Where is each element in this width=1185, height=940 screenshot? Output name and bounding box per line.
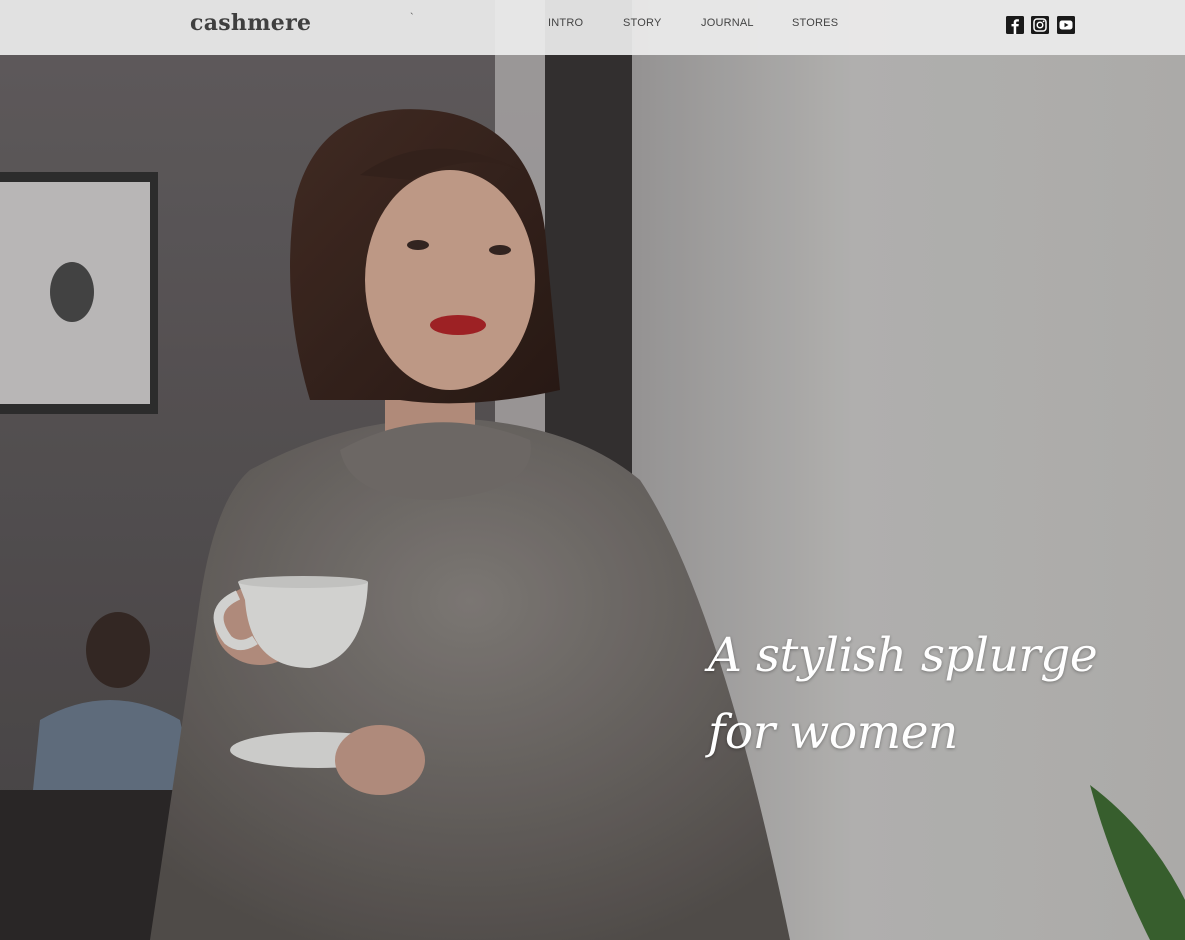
youtube-icon[interactable] [1057,16,1075,34]
top-navigation-bar: cashmere ` INTRO STORY JOURNAL STORES [0,0,1185,55]
tagline-line-1: A stylish splurge [708,628,1098,683]
nav-link-stores[interactable]: STORES [792,17,838,33]
instagram-icon-graphic [1031,16,1049,34]
nav-link-intro[interactable]: INTRO [548,17,583,33]
nav-link-journal[interactable]: JOURNAL [701,17,754,33]
youtube-icon-graphic [1057,16,1075,34]
instagram-icon[interactable] [1031,16,1049,34]
landing-page: cashmere ` INTRO STORY JOURNAL STORES A … [0,0,1185,940]
stray-mark-text: ` [410,12,414,24]
hero-tagline: A stylish splurge for women [708,617,1108,771]
tagline-line-2: for women [708,705,958,760]
facebook-icon-graphic [1006,16,1024,34]
brand-logo[interactable]: cashmere [190,10,311,36]
hero-image [0,0,1185,940]
facebook-icon[interactable] [1006,16,1024,34]
hero-photo-illustration [0,0,1185,940]
nav-link-story[interactable]: STORY [623,17,662,33]
